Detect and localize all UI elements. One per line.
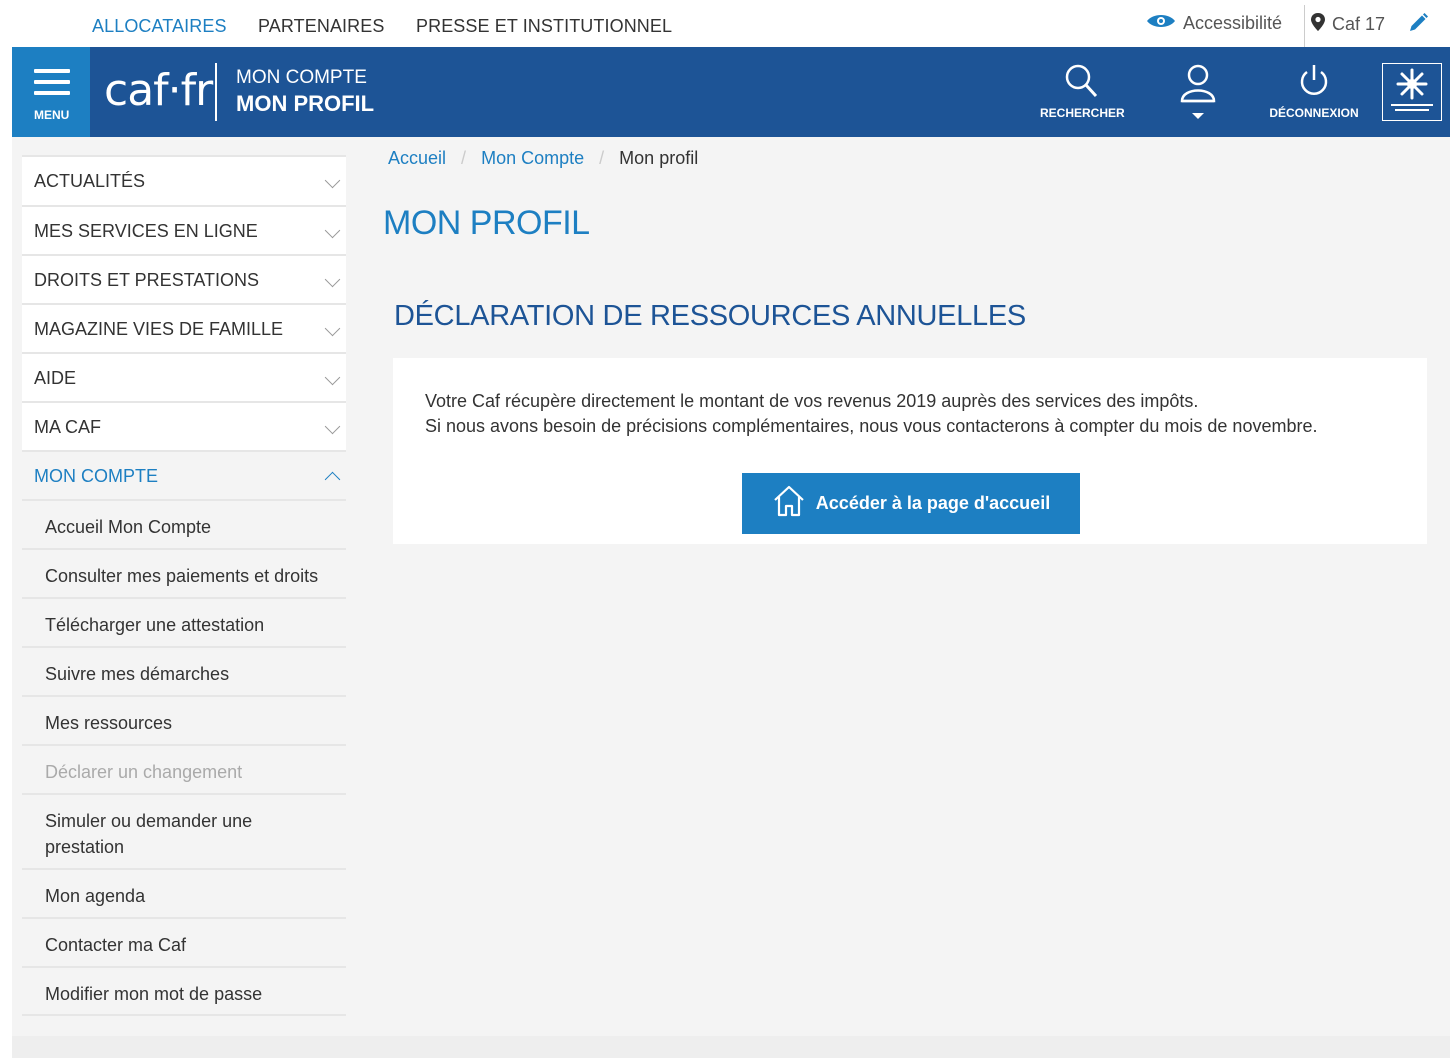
logo-divider	[215, 63, 217, 121]
page-gutter	[0, 137, 12, 1058]
home-page-button[interactable]: Accéder à la page d'accueil	[742, 473, 1080, 534]
sidebar-item-aide[interactable]: AIDE	[22, 352, 346, 401]
submenu-attestation[interactable]: Télécharger une attestation	[22, 597, 346, 646]
hamburger-icon-bar	[34, 91, 70, 95]
hamburger-icon-bar	[34, 80, 70, 84]
submenu-label: Modifier mon mot de passe	[45, 984, 263, 1004]
submenu-label: Consulter mes paiements et droits	[45, 566, 319, 586]
submenu-label: Accueil Mon Compte	[45, 517, 212, 537]
breadcrumb-account[interactable]: Mon Compte	[481, 148, 584, 168]
accessibility-label: Accessibilité	[1183, 13, 1283, 33]
logout-button[interactable]: DÉCONNEXION	[1268, 63, 1360, 120]
power-icon	[1296, 65, 1332, 102]
map-pin-icon	[1310, 12, 1326, 37]
sidebar-item-droits-prestations[interactable]: DROITS ET PRESTATIONS	[22, 254, 346, 303]
breadcrumb: Accueil / Mon Compte / Mon profil	[388, 148, 698, 169]
submenu-agenda[interactable]: Mon agenda	[22, 868, 346, 917]
menu-label: MENU	[34, 108, 70, 122]
caf-location-link[interactable]: Caf 17	[1310, 12, 1385, 37]
submenu-label: Contacter ma Caf	[45, 935, 187, 955]
top-utility-bar: ALLOCATAIRES PARTENAIRES PRESSE ET INSTI…	[0, 0, 1450, 47]
breadcrumb-separator: /	[461, 148, 467, 168]
hamburger-icon	[34, 69, 70, 73]
sidebar-item-magazine[interactable]: MAGAZINE VIES DE FAMILLE	[22, 303, 346, 352]
sidebar-item-label: MON COMPTE	[34, 466, 158, 486]
sidebar-item-ma-caf[interactable]: MA CAF	[22, 401, 346, 450]
user-icon	[1178, 64, 1218, 124]
divider	[1304, 5, 1305, 47]
submenu-declarer-changement: Déclarer un changement	[22, 744, 346, 793]
nav-presse-institutionnel[interactable]: PRESSE ET INSTITUTIONNEL	[416, 16, 672, 37]
chevron-up-icon	[324, 471, 341, 488]
search-label: RECHERCHER	[1040, 106, 1125, 120]
footer-strip	[12, 1036, 1450, 1058]
header-page: MON PROFIL	[236, 91, 375, 116]
sidebar-menu: ACTUALITÉS MES SERVICES EN LIGNE DROITS …	[22, 155, 346, 1016]
sidebar-item-label: DROITS ET PRESTATIONS	[34, 270, 260, 290]
submenu-demarches[interactable]: Suivre mes démarches	[22, 646, 346, 695]
submenu-label: Mes ressources	[45, 713, 173, 733]
sidebar-item-label: ACTUALITÉS	[34, 171, 146, 191]
nav-partenaires[interactable]: PARTENAIRES	[258, 16, 384, 37]
info-paragraph-2: Si nous avons besoin de précisions compl…	[425, 416, 1318, 436]
sidebar-item-mes-services[interactable]: MES SERVICES EN LIGNE	[22, 205, 346, 254]
submenu-simuler-prestation[interactable]: Simuler ou demander une prestation	[22, 793, 346, 868]
edit-location-button[interactable]	[1407, 12, 1429, 39]
home-page-button-label: Accéder à la page d'accueil	[815, 493, 1051, 513]
submenu-label: Simuler ou demander une prestation	[45, 811, 253, 857]
sidebar-item-label: MA CAF	[34, 417, 102, 437]
search-button[interactable]: RECHERCHER	[1040, 63, 1125, 120]
eye-sign-icon	[1145, 12, 1177, 35]
submenu-accueil-mon-compte[interactable]: Accueil Mon Compte	[22, 499, 346, 548]
info-paragraph-1: Votre Caf récupère directement le montan…	[425, 391, 1199, 411]
submenu-paiements-droits[interactable]: Consulter mes paiements et droits	[22, 548, 346, 597]
breadcrumb-home[interactable]: Accueil	[388, 148, 446, 168]
breadcrumb-separator: /	[599, 148, 605, 168]
menu-button[interactable]: MENU	[12, 47, 90, 147]
submenu-label: Télécharger une attestation	[45, 615, 265, 635]
user-profile-button[interactable]	[1172, 63, 1224, 124]
caf-logo[interactable]: caf·fr	[104, 65, 213, 116]
resources-info-card: Votre Caf récupère directement le montan…	[393, 358, 1427, 544]
header-section: MON COMPTE	[236, 67, 367, 88]
breadcrumb-current: Mon profil	[619, 148, 699, 168]
section-title: DÉCLARATION DE RESSOURCES ANNUELLES	[394, 300, 1026, 332]
submenu-contacter[interactable]: Contacter ma Caf	[22, 917, 346, 966]
chevron-down-icon	[324, 320, 341, 337]
submenu-label: Mon agenda	[45, 886, 146, 906]
home-icon	[772, 484, 806, 523]
sidebar-item-label: MES SERVICES EN LIGNE	[34, 221, 258, 241]
logout-label: DÉCONNEXION	[1269, 106, 1359, 120]
submenu-mot-de-passe[interactable]: Modifier mon mot de passe	[22, 966, 346, 1016]
main-header: MENU caf·fr MON COMPTE MON PROFIL RECHER…	[12, 47, 1450, 147]
submenu-label: Déclarer un changement	[45, 762, 243, 782]
snowflake-emblem-icon	[1391, 68, 1433, 111]
nav-allocataires[interactable]: ALLOCATAIRES	[92, 16, 227, 37]
content-background	[360, 137, 1450, 1036]
chevron-down-icon	[324, 418, 341, 435]
search-icon	[1063, 64, 1101, 102]
chevron-down-icon	[324, 271, 341, 288]
location-label: Caf 17	[1332, 14, 1386, 34]
page-title: MON PROFIL	[383, 204, 590, 242]
chevron-down-icon	[324, 222, 341, 239]
sidebar-item-actualites[interactable]: ACTUALITÉS	[22, 155, 346, 205]
sidebar-item-label: MAGAZINE VIES DE FAMILLE	[34, 319, 284, 339]
chevron-down-icon	[324, 172, 341, 189]
caf-emblem-logo[interactable]	[1382, 63, 1442, 121]
submenu-ressources[interactable]: Mes ressources	[22, 695, 346, 744]
sidebar-item-label: AIDE	[34, 368, 77, 388]
accessibility-link[interactable]: Accessibilité	[1145, 12, 1282, 35]
sidebar-item-mon-compte[interactable]: MON COMPTE	[22, 450, 346, 499]
pencil-icon	[1407, 12, 1429, 39]
submenu-label: Suivre mes démarches	[45, 664, 230, 684]
chevron-down-icon	[324, 369, 341, 386]
